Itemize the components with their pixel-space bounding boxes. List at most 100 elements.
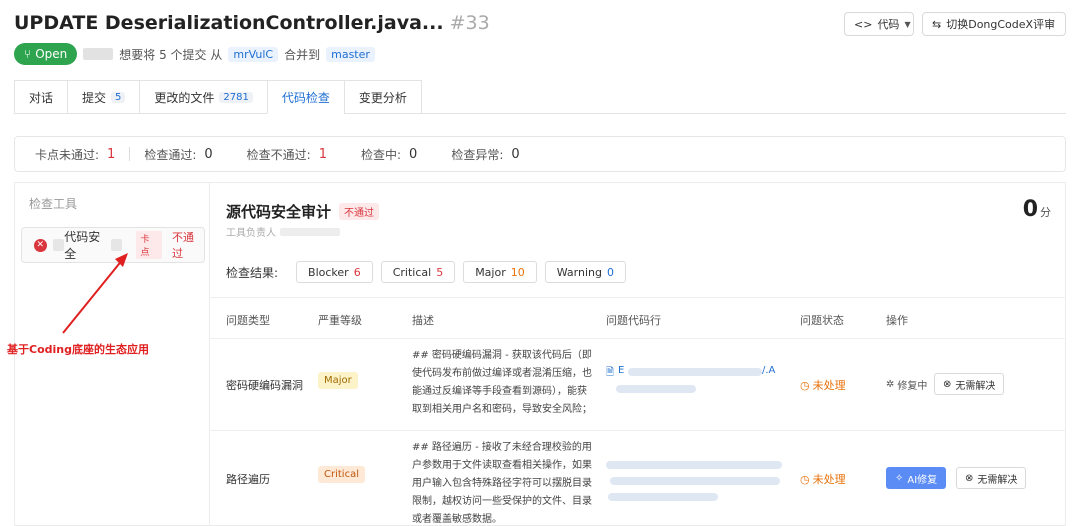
title-row: UPDATE DeserializationController.java...…: [14, 12, 1066, 42]
stat-label: 卡点未通过:: [35, 147, 100, 162]
stat-value: 0: [204, 146, 213, 162]
pr-number: #33: [449, 12, 490, 34]
status-cell: ◷ 未处理: [800, 471, 846, 487]
no-need-resolve-button[interactable]: ⊗ 无需解决: [934, 373, 1005, 395]
tab-label: 代码检查: [281, 90, 330, 105]
chip-count: 0: [606, 265, 614, 279]
magic-wand-icon: ✧: [895, 472, 904, 484]
stat-label: 检查不通过:: [246, 147, 311, 162]
tool-name: 代码安全: [52, 228, 123, 262]
tab-commits[interactable]: 提交 5: [67, 80, 140, 114]
column-header: 描述: [412, 314, 434, 327]
redacted-text: [606, 461, 782, 469]
sidebar-item-code-security[interactable]: ✕ 代码安全 卡点 不通过: [21, 227, 205, 263]
stat-checking: 检查中: 0: [361, 146, 417, 163]
file-icon: 🗎: [606, 367, 615, 378]
issue-description: ## 密码硬编码漏洞 - 获取该代码后（即使代码发布前做过编译或者混淆压缩，也能…: [412, 350, 592, 415]
tab-count: 2781: [219, 91, 253, 103]
tab-label: 对话: [29, 90, 54, 105]
stat-gate-failed: 卡点未通过: 1: [35, 146, 115, 163]
status-badge: 不通过: [339, 203, 380, 220]
issue-type: 路径遍历: [226, 473, 270, 486]
redacted-text: [628, 368, 762, 376]
chevron-down-icon: ▼: [904, 19, 911, 29]
close-circle-icon: ⊗: [965, 472, 974, 484]
column-header: 严重等级: [318, 314, 362, 327]
severity-cell: Critical: [318, 466, 365, 483]
tab-conversation[interactable]: 对话: [14, 80, 68, 114]
source-branch[interactable]: mrVulC: [228, 46, 279, 62]
no-need-resolve-button[interactable]: ⊗ 无需解决: [956, 467, 1027, 489]
no-need-resolve-label: 无需解决: [955, 380, 996, 392]
column-header: 操作: [886, 314, 908, 327]
chip-label: Major: [475, 265, 506, 279]
merge-icon: ⑂: [24, 47, 32, 61]
switch-review-button[interactable]: ⇆ 切换DongCodeX评审: [922, 12, 1066, 36]
score: 0分: [1023, 197, 1051, 222]
audit-title-text: 源代码安全审计: [226, 203, 332, 221]
status-cell: ◷ 未处理: [800, 377, 846, 393]
issue-status: ◷ 未处理: [800, 471, 846, 487]
tab-change-analysis[interactable]: 变更分析: [343, 80, 422, 114]
spinner-icon: ✲: [886, 379, 895, 390]
ai-fix-button[interactable]: ✧ AI修复: [886, 467, 947, 489]
audit-panel: 源代码安全审计 不通过 工具负责人 0分 检查结果: Blocker 6 Cri…: [210, 182, 1066, 526]
redacted-text: [52, 239, 65, 251]
stat-failed: 检查不通过: 1: [247, 146, 327, 163]
table-row: 路径遍历 Critical ## 路径遍历 - 接收了未经合理校验的用户参数用于…: [210, 431, 1066, 526]
stat-value: 0: [409, 146, 418, 162]
gate-tag: 卡点: [136, 231, 162, 259]
tab-label: 提交: [82, 90, 107, 105]
issue-type: 密码硬编码漏洞: [226, 379, 303, 392]
tab-label: 更改的文件: [154, 90, 215, 105]
redacted-text: [610, 477, 780, 485]
tab-code-check[interactable]: 代码检查: [266, 80, 344, 114]
issue-status: ◷ 未处理: [800, 377, 846, 393]
code-line-link[interactable]: [606, 453, 786, 509]
table-header: 问题类型 严重等级 描述 问题代码行 问题状态 操作: [210, 297, 1066, 339]
column-header: 问题类型: [226, 314, 270, 327]
issues-table: 问题类型 严重等级 描述 问题代码行 问题状态 操作 密码硬编码漏洞 Major…: [210, 297, 1066, 526]
swap-icon: ⇆: [932, 17, 942, 31]
issue-status-text: 未处理: [812, 473, 846, 486]
filter-blocker[interactable]: Blocker 6: [296, 261, 373, 283]
code-line-link[interactable]: 🗎 E /.A: [606, 365, 786, 405]
severity-badge: Critical: [318, 466, 365, 483]
tab-changed-files[interactable]: 更改的文件 2781: [139, 80, 267, 114]
clock-icon: ◷: [800, 472, 810, 486]
stat-value: 1: [318, 146, 327, 162]
score-unit: 分: [1040, 206, 1051, 219]
stat-error: 检查异常: 0: [451, 146, 519, 163]
pr-title-text: UPDATE DeserializationController.java...: [14, 12, 444, 34]
check-tools-sidebar: 检查工具 ✕ 代码安全 卡点 不通过 基于Coding底座的生态应用: [7, 182, 210, 526]
code-button[interactable]: <> 代码 ▼: [844, 12, 914, 36]
code-line-suffix: /.A: [762, 365, 776, 376]
tool-name-text: 代码安全: [64, 230, 101, 261]
redacted-text: [616, 385, 696, 393]
filter-warning[interactable]: Warning 0: [544, 261, 626, 283]
filter-critical[interactable]: Critical 5: [380, 261, 456, 283]
stat-label: 检查异常:: [451, 147, 504, 162]
audit-title: 源代码安全审计 不通过: [226, 201, 380, 222]
switch-review-label: 切换DongCodeX评审: [946, 18, 1056, 31]
status-badge: ⑂ Open: [14, 43, 78, 65]
fixing-text: 修复中: [897, 381, 928, 392]
code-line-prefix: E: [618, 365, 625, 376]
target-branch[interactable]: master: [326, 46, 375, 62]
tool-owner: 工具负责人: [226, 224, 340, 239]
code-button-label: 代码: [877, 18, 900, 31]
column-header: 问题状态: [800, 314, 844, 327]
pr-meta: ⑂ Open 想要将 5 个提交 从 mrVulC 合并到 master: [14, 43, 375, 65]
chip-label: Warning: [556, 265, 602, 279]
annotation-text: 基于Coding底座的生态应用: [7, 343, 149, 356]
filter-major[interactable]: Major 10: [463, 261, 537, 283]
chip-count: 5: [436, 265, 444, 279]
code-brackets-icon: <>: [854, 17, 873, 31]
stat-passed: 检查通过: 0: [144, 146, 212, 163]
clock-icon: ◷: [800, 378, 810, 392]
no-need-resolve-label: 无需解决: [977, 474, 1018, 486]
error-icon: ✕: [34, 238, 47, 252]
stat-label: 检查中:: [360, 147, 402, 162]
page-title: UPDATE DeserializationController.java...…: [14, 12, 490, 34]
chip-count: 6: [353, 265, 361, 279]
